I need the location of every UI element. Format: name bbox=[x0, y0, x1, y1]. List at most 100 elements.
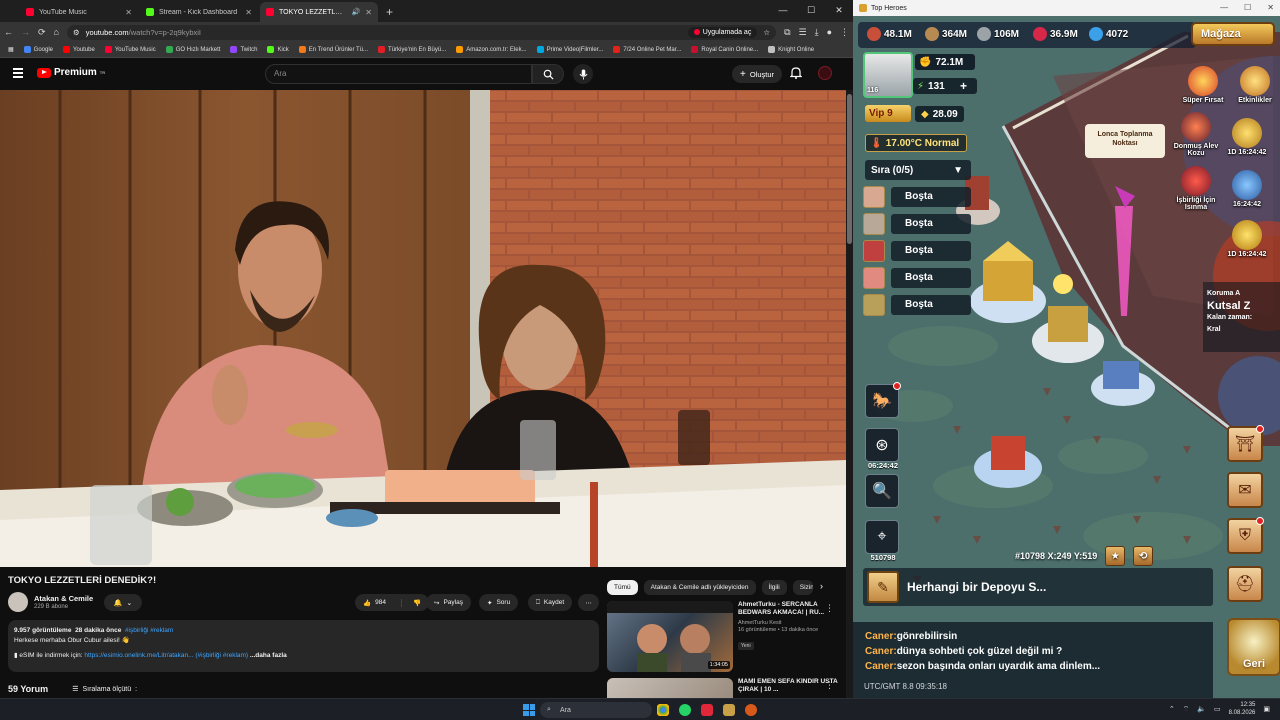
event-events[interactable]: Etkinlikler bbox=[1231, 66, 1279, 104]
scrollbar-thumb[interactable] bbox=[847, 94, 852, 244]
close-window-button[interactable]: ✕ bbox=[1267, 3, 1274, 12]
event-timer-hero[interactable]: 16:24:42 bbox=[1217, 170, 1277, 208]
notifications-button[interactable] bbox=[789, 66, 803, 84]
bookmark-item[interactable]: Amazon.com.tr: Elek... bbox=[456, 46, 527, 53]
address-bar[interactable]: ⚙ youtube.com/watch?v=p-2q9kybxiI Uygula… bbox=[66, 24, 777, 40]
video-player[interactable] bbox=[0, 90, 846, 567]
more-actions-button[interactable]: ⋯ bbox=[578, 594, 599, 611]
account-avatar[interactable] bbox=[818, 66, 832, 80]
resource-meat[interactable]: 48.1M bbox=[867, 22, 912, 46]
recommended-video[interactable]: MAMİ EMEN SEFA KINDIR USTA ÇIRAK | 10 ..… bbox=[607, 678, 842, 698]
game-icon[interactable] bbox=[723, 704, 735, 716]
create-button[interactable]: + Oluştur bbox=[732, 65, 783, 83]
tab-kick-dashboard[interactable]: Stream - Kick Dashboard ✕ bbox=[140, 2, 258, 22]
close-icon[interactable]: ✕ bbox=[245, 8, 252, 17]
energy-display[interactable]: ⚡ 131 bbox=[913, 78, 977, 94]
resource-diamond[interactable]: 4072 bbox=[1089, 22, 1128, 46]
bookmark-item[interactable]: Twitch bbox=[230, 46, 257, 53]
channel-avatar[interactable] bbox=[8, 592, 28, 612]
gear-target-button[interactable]: ⊛ 06:24:42 bbox=[865, 428, 899, 470]
apps-icon[interactable]: ▦ bbox=[8, 46, 14, 53]
new-tab-button[interactable]: + bbox=[386, 2, 393, 22]
tab-youtube-video[interactable]: TOKYO LEZZETLERİ DENEDİ🔊✕ bbox=[260, 2, 378, 22]
forward-icon[interactable]: → bbox=[21, 27, 30, 37]
open-in-app-chip[interactable]: Uygulamada aç bbox=[687, 26, 758, 38]
quest-bar[interactable]: ✎ Herhangi bir Depoyu S... bbox=[863, 568, 1213, 606]
reading-list-icon[interactable]: ☰ bbox=[799, 27, 807, 38]
maximize-button[interactable]: ☐ bbox=[797, 0, 825, 22]
shop-button[interactable]: Mağaza bbox=[1191, 22, 1275, 46]
bookmark-item[interactable]: GO Hızlı Markett bbox=[165, 46, 220, 53]
resource-wood[interactable]: 364M bbox=[925, 22, 967, 46]
event-timer-trophy[interactable]: 1D 16:24:42 bbox=[1215, 118, 1279, 156]
volume-icon[interactable]: 🔈 bbox=[1197, 705, 1206, 713]
dislike-button[interactable]: 👎 bbox=[406, 599, 421, 607]
menu-icon[interactable] bbox=[13, 68, 23, 78]
close-icon[interactable]: ✕ bbox=[125, 8, 132, 17]
back-to-city-button[interactable]: Geri bbox=[1227, 618, 1280, 676]
battery-icon[interactable]: ▭ bbox=[1214, 705, 1221, 713]
favorite-star-button[interactable]: ★ bbox=[1105, 546, 1126, 566]
sort-button[interactable]: ☰ Sıralama ölçütü: bbox=[72, 685, 137, 694]
back-icon[interactable]: ← bbox=[4, 27, 13, 37]
share-location-button[interactable]: ⟲ bbox=[1133, 546, 1154, 566]
player-avatar[interactable]: 116 bbox=[863, 52, 913, 98]
profile-icon[interactable]: ● bbox=[827, 27, 832, 37]
clock[interactable]: 12:35 8.08.2026 bbox=[1229, 701, 1256, 717]
menu-icon[interactable]: ⋮ bbox=[840, 27, 849, 38]
holy-zone-panel[interactable]: Koruma A Kutsal Z Kalan zaman: Kral bbox=[1203, 282, 1280, 352]
location-button[interactable]: ⌖ 510798 bbox=[865, 520, 899, 562]
channel-info[interactable]: Atakan & Cemile 229 B abone bbox=[8, 592, 93, 612]
app-red-icon[interactable] bbox=[701, 704, 713, 716]
chevron-up-icon[interactable]: ⌃ bbox=[1169, 705, 1175, 713]
recommended-video[interactable]: 1:34:05 AhmetTurku - SERCANLA BEDWARS AK… bbox=[607, 601, 842, 672]
extensions-icon[interactable]: ⧉ bbox=[784, 27, 790, 38]
chat-panel[interactable]: Caner:gönrebilirsin Caner:dünya sohbeti … bbox=[853, 622, 1213, 698]
event-timer-clock[interactable]: 1D 16:24:42 bbox=[1215, 220, 1279, 258]
maximize-button[interactable]: ☐ bbox=[1244, 3, 1251, 12]
notification-icon[interactable]: ▣ bbox=[1263, 705, 1270, 713]
channel-name[interactable]: Atakan & Cemile bbox=[34, 594, 93, 603]
bookmark-item[interactable]: Google bbox=[23, 46, 53, 53]
search-input[interactable]: Ara bbox=[265, 64, 532, 84]
bookmark-item[interactable]: Youtube bbox=[63, 46, 95, 53]
more-vertical-icon[interactable]: ⋮ bbox=[825, 603, 834, 614]
mail-button[interactable]: ✉ bbox=[1227, 472, 1263, 508]
windows-start-icon[interactable] bbox=[523, 704, 535, 716]
youtube-logo[interactable]: Premium TR bbox=[37, 67, 105, 78]
video-description[interactable]: 9.957 görüntüleme 28 dakika önce #işbirl… bbox=[8, 620, 599, 672]
event-super-deal[interactable]: Süper Fırsat bbox=[1179, 66, 1227, 104]
bookmark-item[interactable]: Knight Online bbox=[768, 46, 814, 53]
cart-button[interactable]: 🐎 bbox=[865, 382, 901, 418]
reload-icon[interactable]: ⟳ bbox=[38, 27, 46, 38]
resource-stone[interactable]: 106M bbox=[977, 22, 1019, 46]
video-thumbnail[interactable] bbox=[607, 678, 733, 698]
bookmark-item[interactable]: Türkiye'nin En Büyü... bbox=[378, 46, 446, 53]
video-thumbnail[interactable]: 1:34:05 bbox=[607, 601, 733, 672]
home-icon[interactable]: ⌂ bbox=[54, 27, 59, 37]
add-energy-button[interactable]: + bbox=[960, 79, 967, 93]
like-button[interactable]: 👍 984 bbox=[355, 598, 402, 607]
chip-related[interactable]: İlgili bbox=[761, 580, 787, 595]
more-vertical-icon[interactable]: ⋮ bbox=[825, 680, 834, 691]
site-info-icon[interactable]: ⚙ bbox=[73, 28, 80, 37]
bookmark-item[interactable]: Kick bbox=[267, 46, 289, 53]
march-slot[interactable]: Boşta bbox=[863, 186, 971, 208]
chip-uploader[interactable]: Atakan & Cemile adlı yükleyiciden bbox=[643, 580, 756, 595]
bookmark-star-icon[interactable]: ☆ bbox=[763, 28, 770, 37]
minimize-button[interactable]: — bbox=[1220, 3, 1228, 12]
bookmark-item[interactable]: YouTube Music bbox=[104, 46, 156, 53]
rally-point-label[interactable]: Lonca Toplanma Noktası bbox=[1085, 124, 1165, 158]
subscribed-button[interactable]: 🔔 ⌄ bbox=[104, 594, 142, 611]
chrome-icon[interactable] bbox=[657, 704, 669, 716]
ask-button[interactable]: ✦ Soru bbox=[479, 594, 519, 611]
wifi-icon[interactable]: ⌔ bbox=[1183, 705, 1190, 714]
chip-for-you[interactable]: Sizin bbox=[792, 580, 813, 595]
map-coordinates[interactable]: #10798 X:249 Y:519 ★ ⟲ bbox=[1015, 546, 1154, 566]
map-search-button[interactable]: 🔍 bbox=[865, 474, 899, 508]
page-scrollbar[interactable] bbox=[846, 90, 853, 698]
downloads-icon[interactable]: ⤓ bbox=[815, 27, 819, 38]
temperature-status[interactable]: 🌡 17.00°C Normal bbox=[865, 134, 967, 152]
bookmark-item[interactable]: 7/24 Online Pet Mar... bbox=[613, 46, 681, 53]
save-button[interactable]: ⎕ Kaydet bbox=[528, 594, 573, 611]
